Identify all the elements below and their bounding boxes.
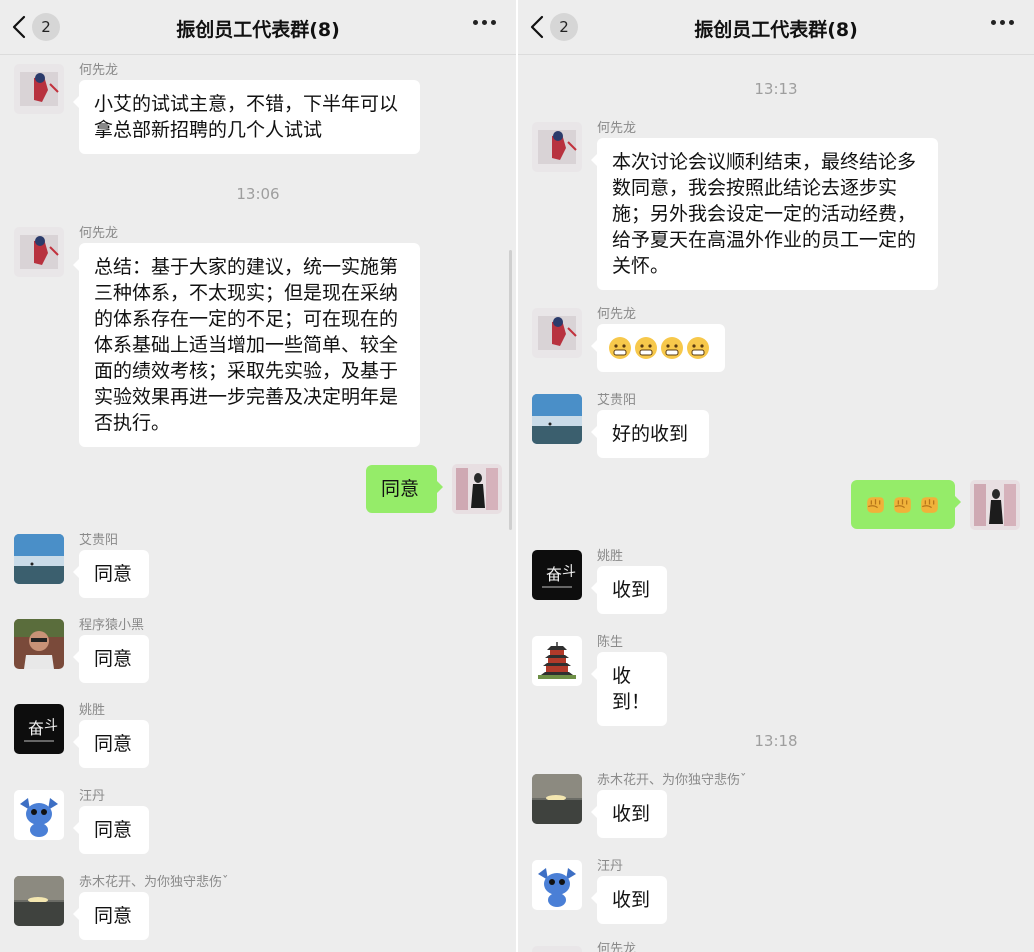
my-avatar[interactable] — [452, 464, 502, 514]
more-options-icon[interactable] — [991, 20, 1014, 25]
chat-title: 振创员工代表群(8) — [694, 19, 858, 41]
grimace-emoji-icon — [635, 337, 657, 359]
avatar-yaosheng[interactable]: 奋 斗 — [532, 550, 582, 600]
sender-name: 汪丹 — [597, 859, 624, 874]
message-bubble[interactable]: 总结：基于大家的建议，统一实施第三种体系，不太现实；但是现在采纳的体系存在一定的… — [73, 243, 420, 447]
my-emoji-message-bubble[interactable] — [851, 480, 961, 529]
message-bubble[interactable]: 收到 — [591, 876, 667, 924]
fendou-glyph: 奋 — [546, 565, 562, 584]
sender-name: 艾贵阳 — [79, 533, 119, 548]
avatar-chensheng[interactable] — [532, 636, 582, 686]
message-bubble[interactable]: 好的收到 — [591, 410, 709, 458]
fendou-glyph: 斗 — [44, 718, 58, 734]
sender-name: 赤木花开、为你独守悲伤ˇ — [597, 773, 747, 788]
avatar-hexianlong[interactable] — [14, 227, 64, 277]
sender-name: 程序猿小黑 — [79, 618, 145, 633]
message-bubble[interactable]: 收到 — [591, 566, 667, 614]
timestamp: 13:13 — [754, 80, 798, 98]
avatar-hexianlong[interactable] — [532, 122, 582, 172]
sender-name: 何先龙 — [79, 226, 119, 241]
avatar-chimuhuakai[interactable] — [14, 876, 64, 926]
sender-name: 艾贵阳 — [597, 393, 637, 408]
chat-title: 振创员工代表群(8) — [176, 19, 340, 41]
sender-name: 陈生 — [597, 635, 624, 650]
message-bubble[interactable]: 收到！ — [591, 652, 667, 726]
avatar-yaosheng[interactable]: 奋 斗 — [14, 704, 64, 754]
sender-name: 何先龙 — [597, 121, 637, 136]
emoji-row — [863, 492, 943, 517]
sender-name: 赤木花开、为你独守悲伤ˇ — [79, 875, 229, 890]
message-bubble[interactable]: 同意 — [73, 892, 149, 940]
sender-name: 姚胜 — [597, 549, 624, 564]
my-avatar[interactable] — [970, 480, 1020, 530]
message-bubble[interactable]: 本次讨论会议顺利结束，最终结论多数同意，我会按照此结论去逐步实施；另外我会设定一… — [591, 138, 938, 290]
scrollbar[interactable] — [509, 250, 512, 530]
avatar-wangdan[interactable] — [532, 860, 582, 910]
avatar-aiguiyang[interactable] — [532, 394, 582, 444]
timestamp: 13:18 — [754, 732, 798, 750]
message-bubble[interactable]: 收到 — [591, 790, 667, 838]
my-message-bubble[interactable]: 同意 — [366, 465, 443, 513]
sender-name: 姚胜 — [79, 703, 106, 718]
sender-name: 何先龙 — [79, 63, 119, 78]
emoji-message-bubble[interactable] — [591, 324, 725, 372]
fist-emoji-icon — [867, 497, 884, 513]
grimace-emoji-icon — [609, 337, 631, 359]
emoji-row — [608, 336, 714, 360]
avatar-hexianlong[interactable] — [532, 308, 582, 358]
message-bubble[interactable]: 同意 — [73, 806, 149, 854]
avatar-aiguiyang[interactable] — [14, 534, 64, 584]
message-bubble[interactable]: 小艾的试试主意，不错，下半年可以拿总部新招聘的几个人试试 — [73, 80, 420, 154]
grimace-emoji-icon — [687, 337, 709, 359]
avatar-chengxuyuanxiaohei[interactable] — [14, 619, 64, 669]
timestamp: 13:06 — [236, 185, 280, 203]
sender-name: 何先龙 — [597, 942, 637, 952]
fist-emoji-icon — [894, 497, 911, 513]
sender-name: 何先龙 — [597, 307, 637, 322]
fist-emoji-icon — [921, 497, 938, 513]
avatar-chimuhuakai[interactable] — [532, 774, 582, 824]
avatar-hexianlong[interactable] — [532, 946, 582, 952]
sender-name: 汪丹 — [79, 789, 106, 804]
chat-panel-left: 2 振创员工代表群(8) 何先龙 小艾的试试主意，不错，下半年可以拿总部新招聘的… — [0, 0, 516, 952]
avatar-hexianlong[interactable] — [14, 64, 64, 114]
chat-panel-right: 2 振创员工代表群(8) 13:13 何先龙 本次讨论会议顺利结束，最终结论多数… — [518, 0, 1034, 952]
avatar-wangdan[interactable] — [14, 790, 64, 840]
message-bubble[interactable]: 同意 — [73, 720, 149, 768]
message-bubble[interactable]: 同意 — [73, 550, 149, 598]
fendou-glyph: 斗 — [562, 564, 576, 580]
more-options-icon[interactable] — [473, 20, 496, 25]
grimace-emoji-icon — [661, 337, 683, 359]
chat-header: 2 振创员工代表群(8) — [0, 0, 516, 55]
fendou-glyph: 奋 — [28, 719, 44, 738]
chat-header: 2 振创员工代表群(8) — [518, 0, 1034, 55]
message-bubble[interactable]: 同意 — [73, 635, 149, 683]
